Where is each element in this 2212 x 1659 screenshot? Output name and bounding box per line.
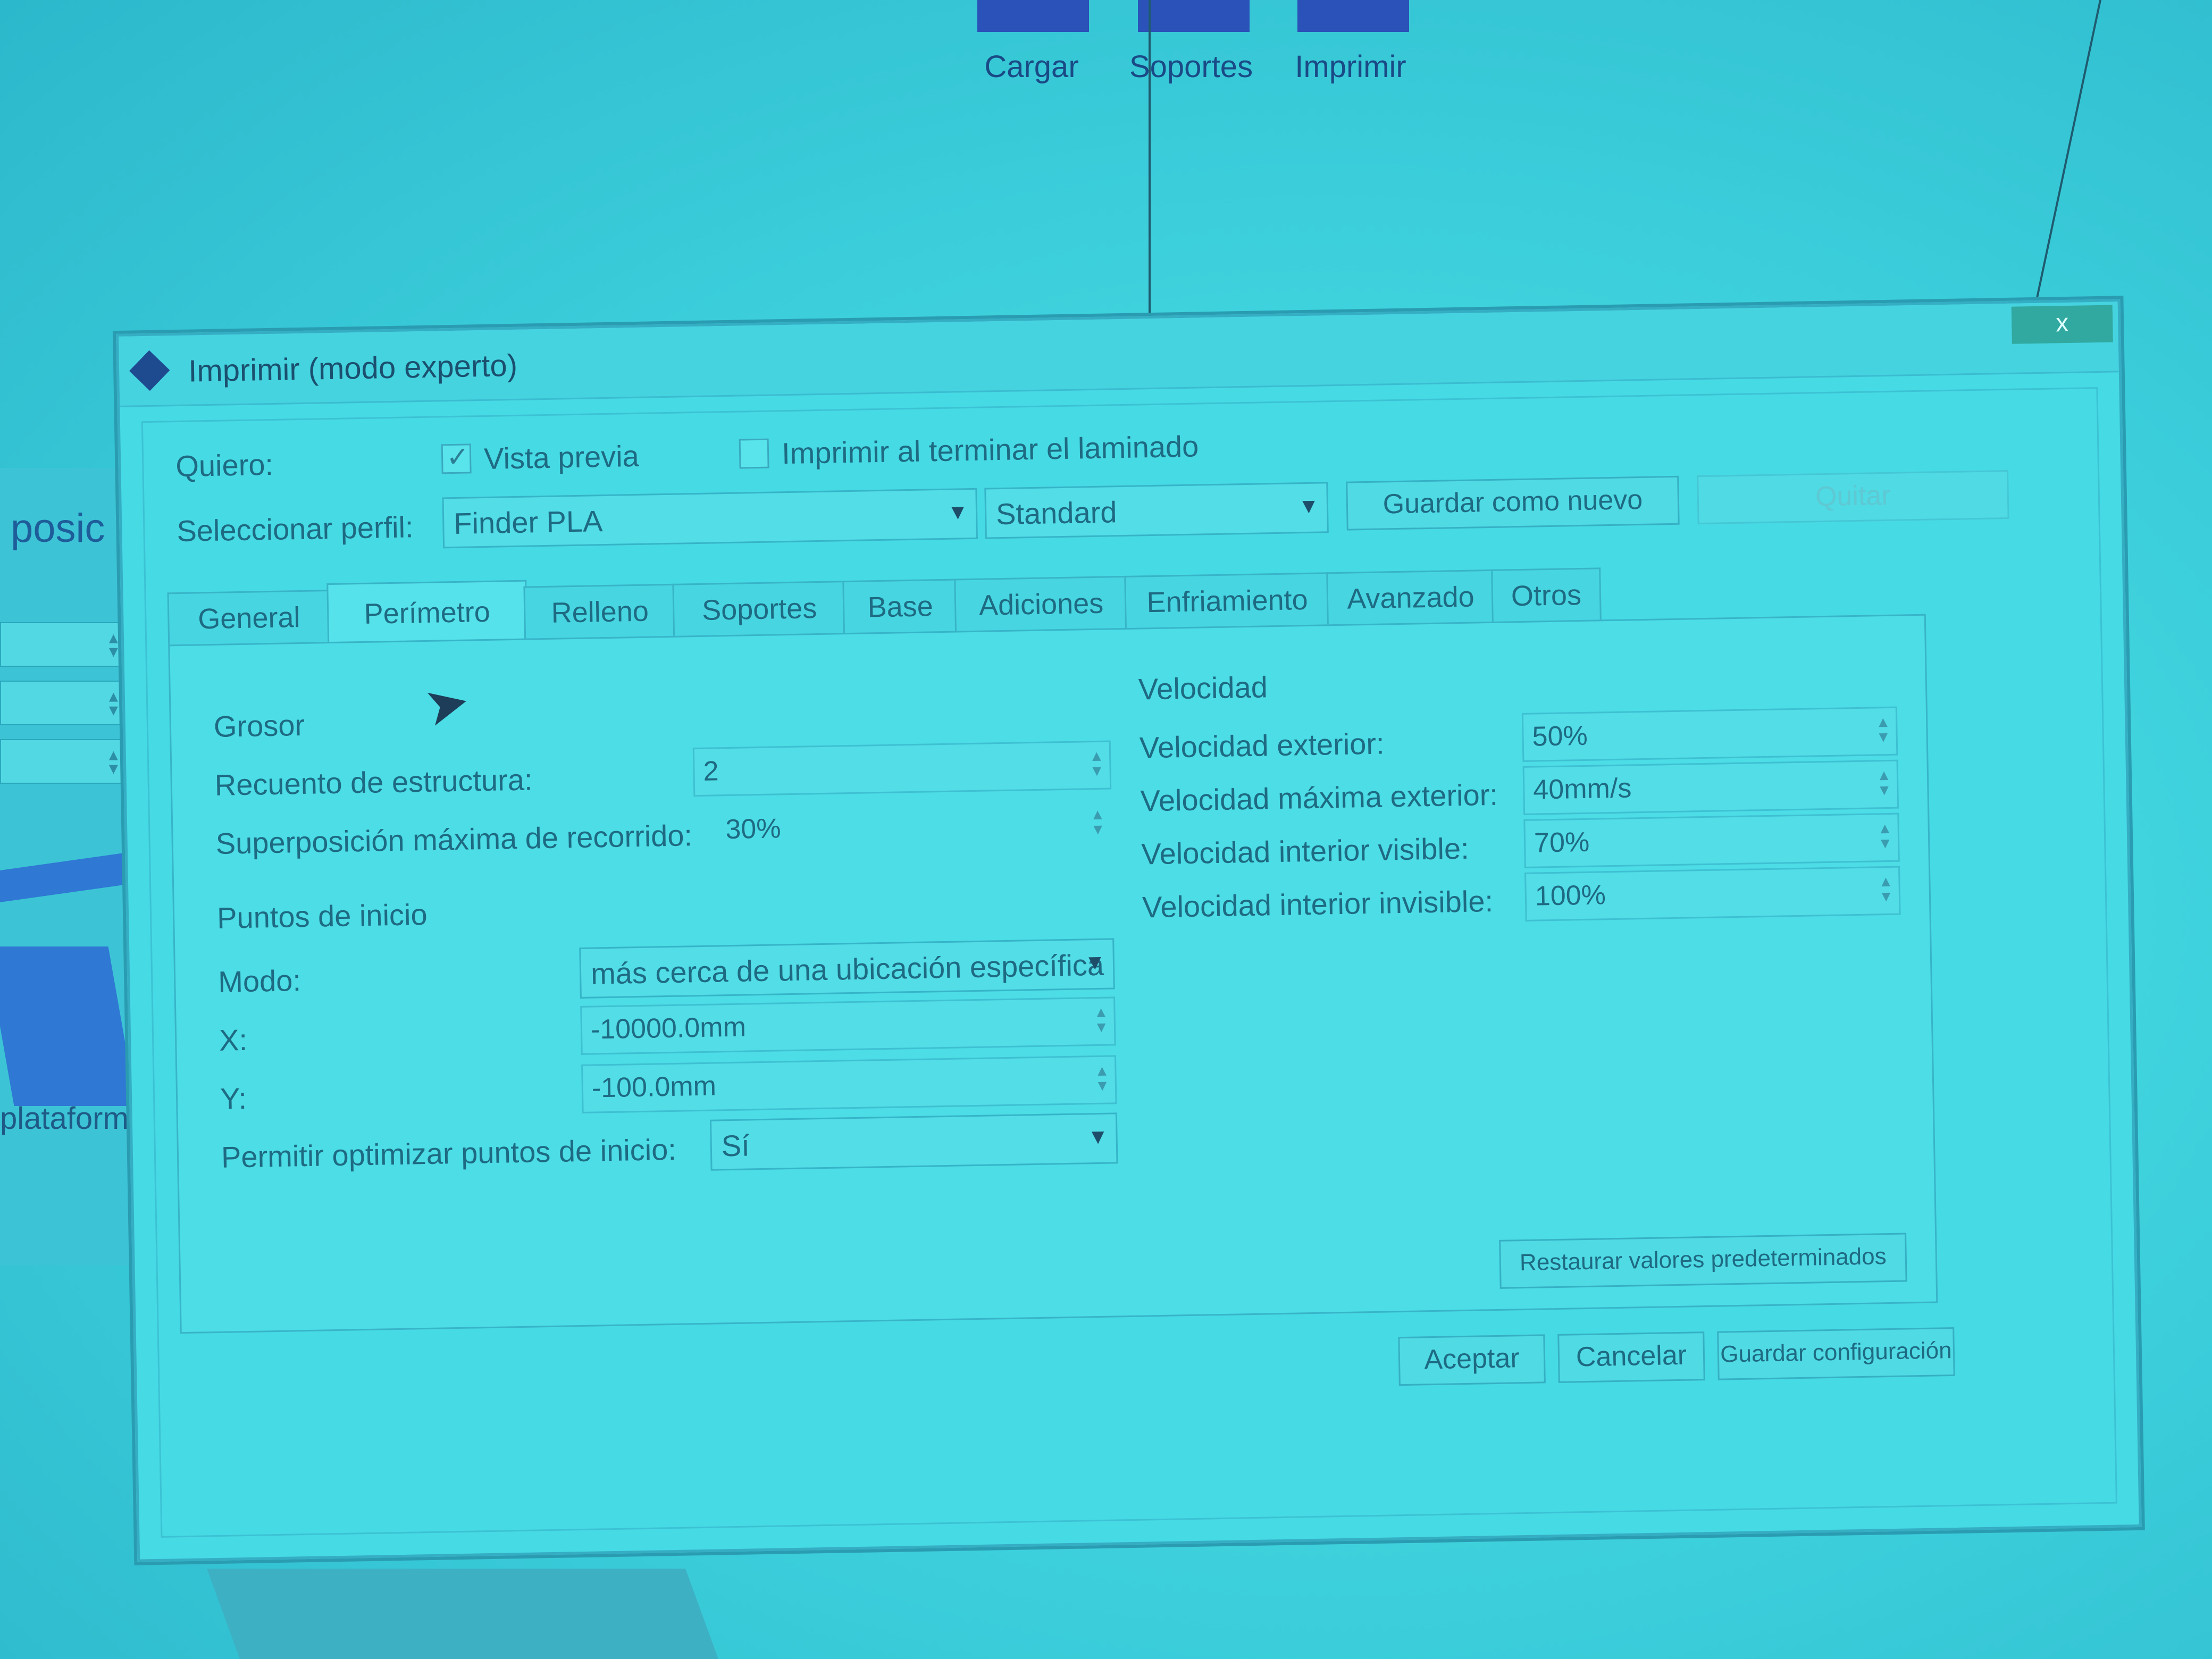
spinner-icon[interactable]: ▲ ▼: [1876, 767, 1892, 798]
inner-invisible-speed-value: 100%: [1535, 879, 1606, 912]
spinner-icon[interactable]: ▲ ▼: [1089, 748, 1104, 779]
quality-select-value: Standard: [995, 495, 1117, 531]
inner-visible-speed-label: Velocidad interior visible:: [1141, 831, 1470, 871]
shell-count-label: Recuento de estructura:: [214, 763, 533, 802]
y-value: -100.0mm: [591, 1070, 717, 1104]
x-value: -10000.0mm: [590, 1011, 747, 1045]
close-button[interactable]: x: [2011, 305, 2113, 344]
left-field[interactable]: ▴ ▾: [0, 622, 124, 667]
left-field[interactable]: ▴ ▾: [0, 739, 124, 784]
left-panel-title: posic: [11, 506, 105, 551]
load-toolbar-button[interactable]: [977, 0, 1089, 32]
speed-heading: Velocidad: [1138, 670, 1268, 706]
tab-advanced[interactable]: Avanzado: [1326, 569, 1495, 625]
chevron-down-icon: ▼: [1298, 494, 1320, 518]
start-mode-value: más cerca de una ubicación específica: [590, 948, 1104, 991]
inner-invisible-speed-input[interactable]: 100% ▲ ▼: [1524, 866, 1901, 921]
dialog-title: Imprimir (modo experto): [188, 348, 518, 389]
overlap-value: 30%: [725, 813, 782, 845]
spinner-icon[interactable]: ▴ ▾: [109, 745, 118, 777]
left-field[interactable]: ▴ ▾: [0, 681, 124, 725]
restore-defaults-button[interactable]: Restaurar valores predeterminados: [1499, 1233, 1907, 1289]
tab-perimeter[interactable]: Perímetro: [326, 580, 528, 645]
want-label: Quiero:: [175, 447, 274, 483]
spinner-icon[interactable]: ▴ ▾: [109, 629, 118, 660]
optimize-start-value: Sí: [721, 1128, 750, 1163]
save-as-new-button[interactable]: Guardar como nuevo: [1346, 475, 1680, 531]
outer-speed-value: 50%: [1532, 720, 1588, 752]
spinner-icon[interactable]: ▲ ▼: [1094, 1062, 1110, 1094]
tab-supports[interactable]: Soportes: [672, 581, 847, 636]
profile-label: Seleccionar perfil:: [176, 510, 414, 548]
remove-button[interactable]: Quitar: [1697, 470, 2009, 525]
tab-base[interactable]: Base: [842, 579, 959, 634]
inner-visible-speed-input[interactable]: 70% ▲ ▼: [1523, 812, 1900, 868]
platform-floor: [207, 1569, 718, 1659]
overlap-label: Superposición máxima de recorrido:: [215, 818, 693, 860]
print-toolbar-button[interactable]: [1297, 0, 1409, 32]
start-points-heading: Puntos de inicio: [216, 897, 428, 935]
tab-cooling[interactable]: Enfriamiento: [1124, 572, 1330, 629]
tab-infill[interactable]: Relleno: [523, 583, 677, 639]
spinner-icon[interactable]: ▲ ▼: [1875, 714, 1891, 745]
divider-line: [2026, 0, 2102, 340]
outer-max-speed-input[interactable]: 40mm/s ▲ ▼: [1522, 759, 1899, 815]
outer-speed-label: Velocidad exterior:: [1139, 726, 1385, 765]
inner-invisible-speed-label: Velocidad interior invisible:: [1142, 884, 1494, 924]
left-bottom-label: plataforma: [0, 1101, 146, 1136]
print-after-checkbox[interactable]: [739, 438, 769, 469]
quality-select[interactable]: Standard ▼: [984, 482, 1329, 539]
dialog-titlebar[interactable]: Imprimir (modo experto) x: [119, 301, 2119, 407]
spinner-icon[interactable]: ▲ ▼: [1094, 1004, 1109, 1035]
x-label: X:: [219, 1023, 248, 1057]
inner-visible-speed-value: 70%: [1534, 826, 1590, 859]
chevron-down-icon: ▼: [947, 500, 969, 524]
optimize-start-label: Permitir optimizar puntos de inicio:: [221, 1132, 677, 1174]
mode-label: Modo:: [217, 963, 301, 999]
print-expert-dialog: Imprimir (modo experto) x Quiero: ✓ Vist…: [116, 299, 2142, 1562]
shell-count-input[interactable]: 2 ▲ ▼: [692, 740, 1112, 797]
divider-line: [1149, 0, 1151, 340]
overlap-input[interactable]: 30% ▲ ▼: [715, 799, 1112, 854]
spinner-icon[interactable]: ▴ ▾: [109, 687, 118, 719]
cancel-button[interactable]: Cancelar: [1557, 1331, 1705, 1383]
accept-button[interactable]: Aceptar: [1398, 1334, 1546, 1386]
x-input[interactable]: -10000.0mm ▲ ▼: [580, 996, 1116, 1055]
tab-bar: General Perímetro Relleno Soportes Base …: [167, 567, 1602, 646]
outer-speed-input[interactable]: 50% ▲ ▼: [1521, 706, 1898, 762]
preview-checkbox[interactable]: ✓: [441, 441, 472, 474]
supports-label: Soportes: [1129, 49, 1253, 84]
print-after-label: Imprimir al terminar el laminado: [781, 429, 1199, 471]
tab-others[interactable]: Otros: [1491, 567, 1602, 622]
supports-toolbar-button[interactable]: [1138, 0, 1250, 32]
optimize-start-select[interactable]: Sí ▼: [709, 1112, 1118, 1171]
profile-select-value: Finder PLA: [453, 504, 603, 540]
thickness-heading: Grosor: [213, 708, 305, 743]
load-label: Cargar: [984, 49, 1079, 84]
tab-general[interactable]: General: [167, 590, 331, 646]
spinner-icon[interactable]: ▲ ▼: [1878, 873, 1893, 904]
dialog-content: Quiero: ✓ Vista previa Imprimir al termi…: [141, 387, 2117, 1538]
print-label: Imprimir: [1295, 49, 1406, 84]
y-label: Y:: [220, 1081, 247, 1116]
y-input[interactable]: -100.0mm ▲ ▼: [581, 1055, 1117, 1113]
checkmark-icon: ✓: [446, 441, 470, 473]
spinner-icon[interactable]: ▲ ▼: [1090, 806, 1105, 837]
profile-select[interactable]: Finder PLA ▼: [442, 488, 978, 549]
app-icon: [129, 350, 170, 391]
tab-additions[interactable]: Adiciones: [954, 575, 1128, 632]
preview-label: Vista previa: [483, 439, 640, 475]
start-mode-select[interactable]: más cerca de una ubicación específica ▼: [579, 938, 1115, 999]
outer-max-speed-value: 40mm/s: [1532, 773, 1632, 806]
outer-max-speed-label: Velocidad máxima exterior:: [1140, 777, 1498, 818]
chevron-down-icon: ▼: [1084, 950, 1106, 975]
shell-count-value: 2: [703, 756, 719, 787]
save-configuration-button[interactable]: Guardar configuración: [1717, 1327, 1955, 1380]
chevron-down-icon: ▼: [1087, 1125, 1109, 1149]
spinner-icon[interactable]: ▲ ▼: [1878, 820, 1893, 851]
